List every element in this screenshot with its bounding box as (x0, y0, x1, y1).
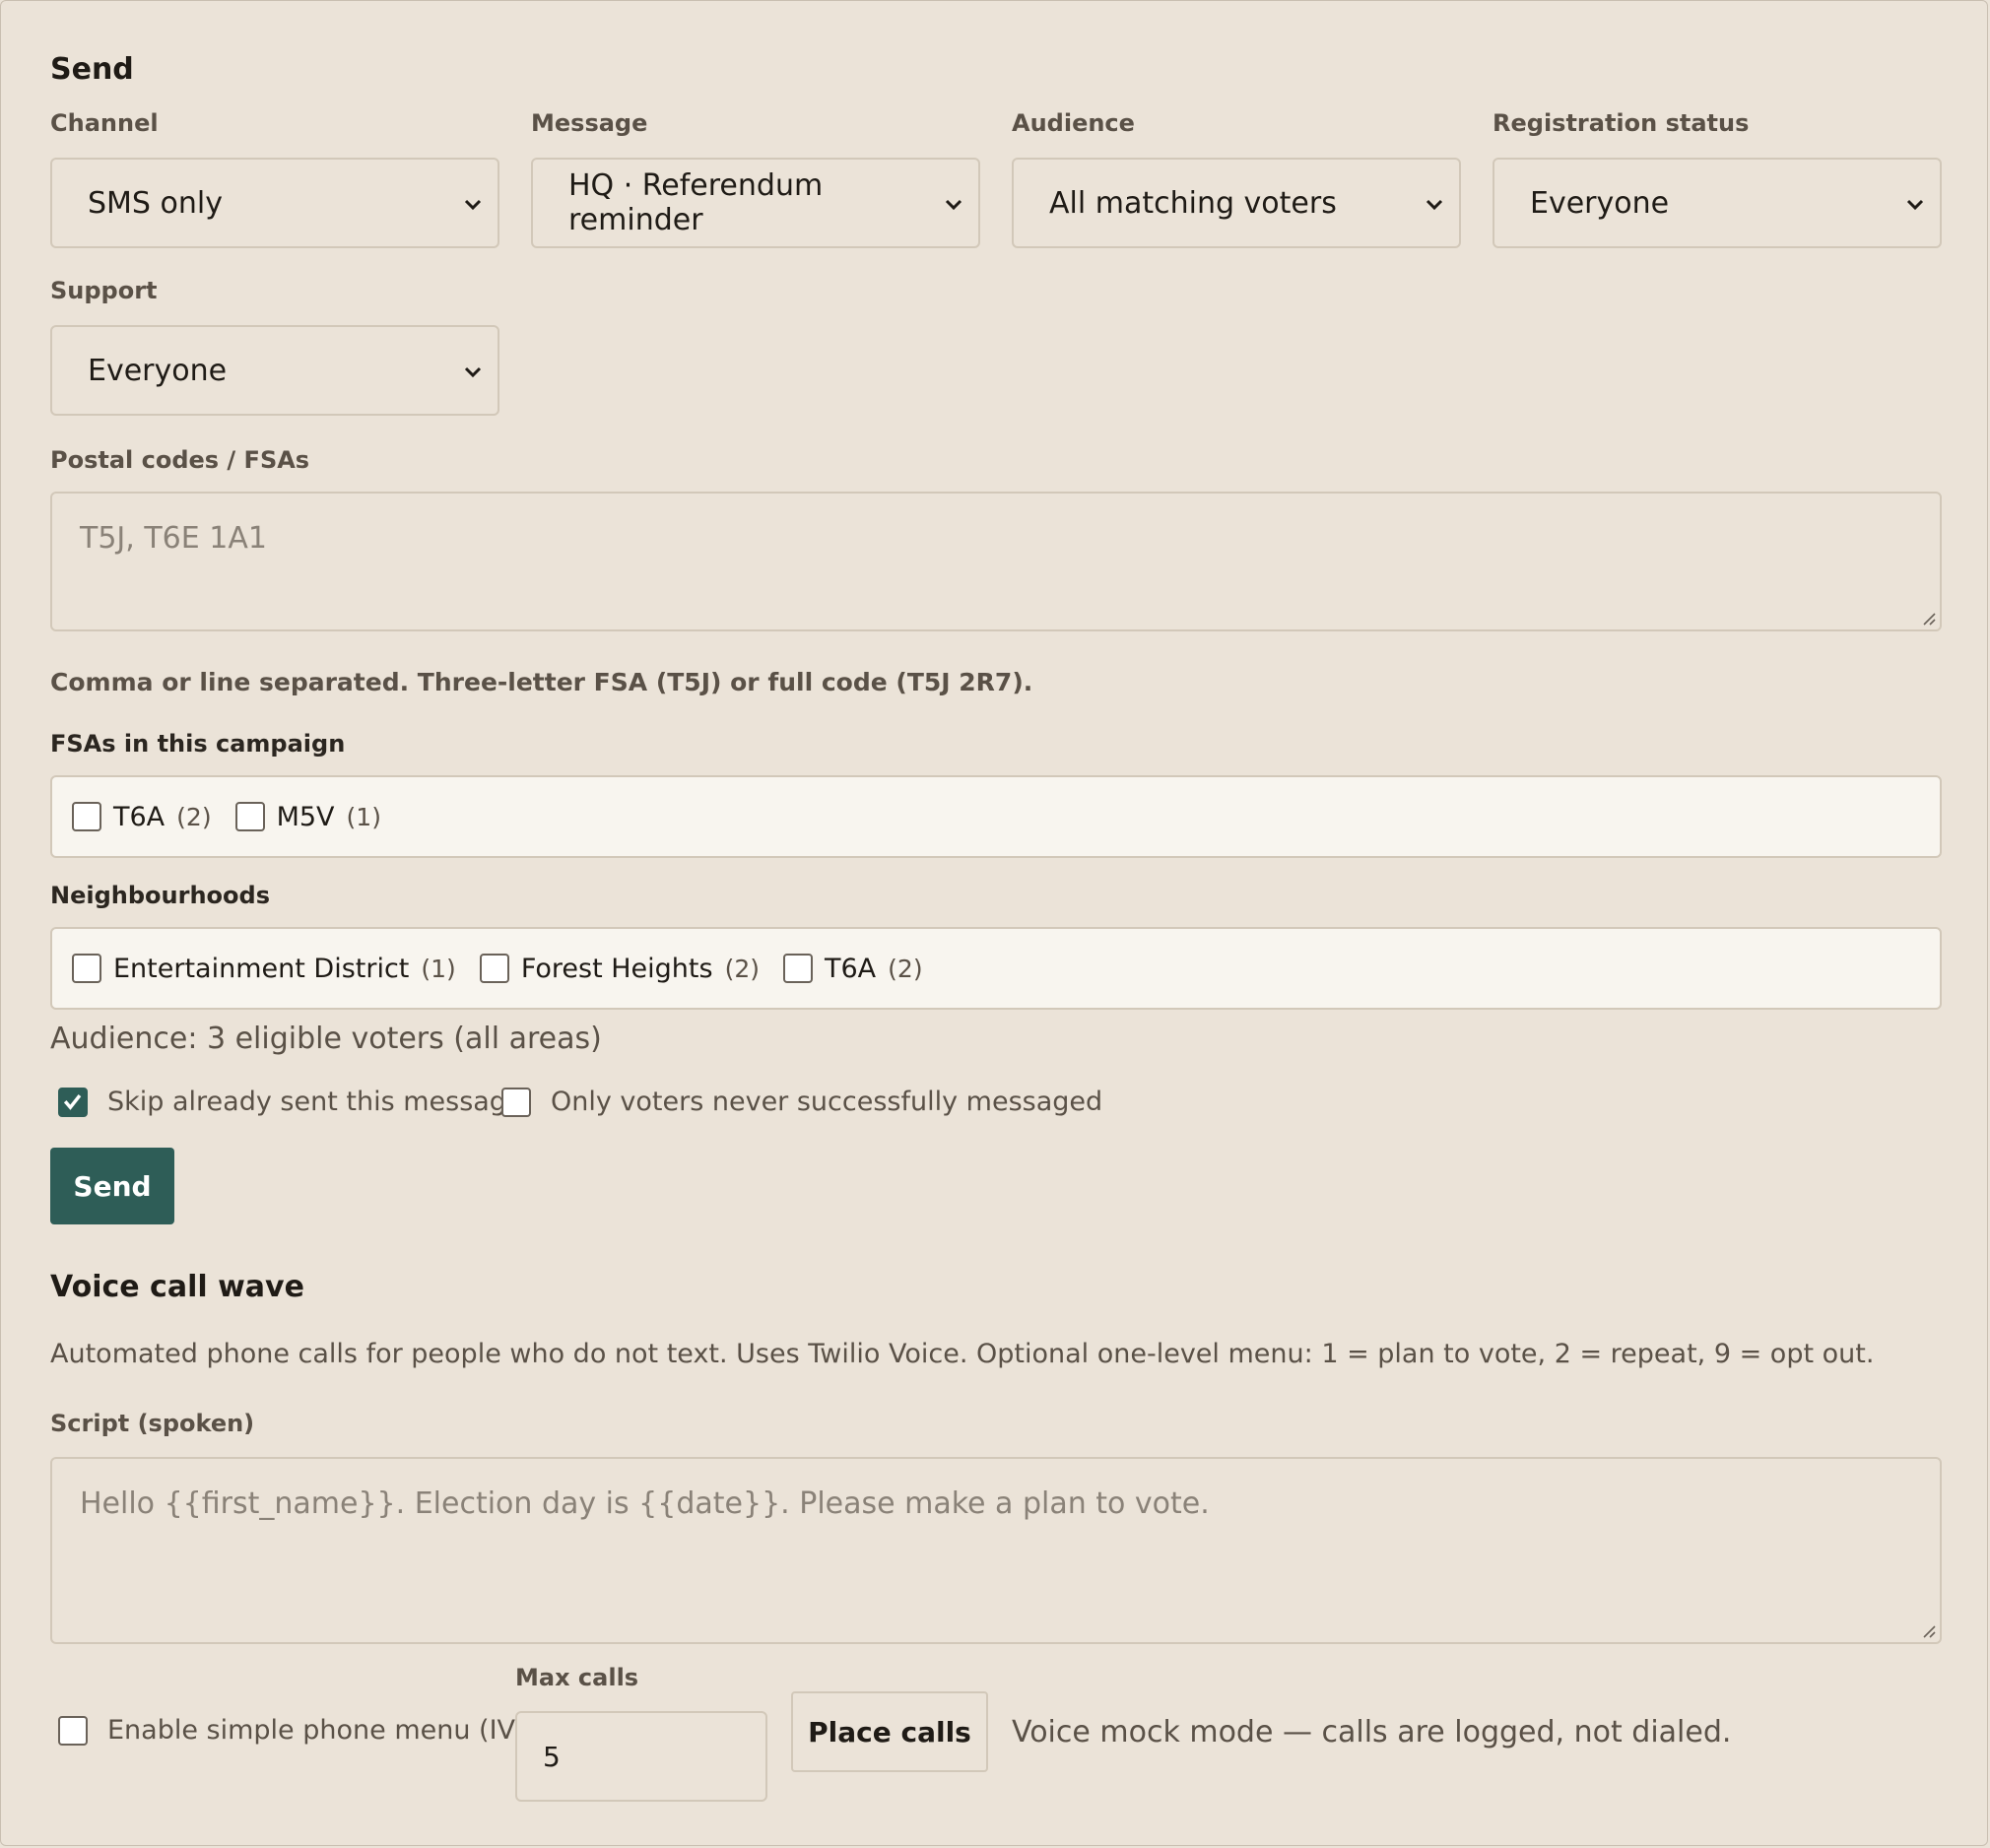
place-calls-button[interactable]: Place calls (791, 1691, 988, 1772)
postal-codes-textarea[interactable]: T5J, T6E 1A1 (50, 492, 1942, 631)
registration-status-value: Everyone (1530, 185, 1670, 221)
fsas-box: T6A (2) M5V (1) (50, 775, 1942, 858)
only-never-messaged-label: Only voters never successfully messaged (551, 1087, 1103, 1117)
resize-handle-icon[interactable] (1920, 1622, 1936, 1638)
registration-status-select[interactable]: Everyone (1492, 158, 1942, 248)
skip-sent-label: Skip already sent this message (107, 1087, 523, 1117)
fsas-label: FSAs in this campaign (50, 730, 346, 758)
neighbourhood-option-count: (1) (421, 954, 456, 983)
voice-description: Automated phone calls for people who do … (50, 1339, 1875, 1369)
checkmark-icon (63, 1093, 82, 1110)
voice-heading: Voice call wave (50, 1270, 304, 1304)
support-label: Support (50, 277, 158, 304)
postal-codes-placeholder: T5J, T6E 1A1 (80, 521, 267, 556)
checkbox[interactable] (234, 802, 265, 831)
neighbourhood-option-t6a[interactable]: T6A (2) (783, 954, 923, 984)
chevron-down-icon (1906, 199, 1924, 211)
neighbourhood-option-entertainment-district[interactable]: Entertainment District (1) (72, 954, 456, 984)
neighbourhood-option-name: Forest Heights (520, 953, 713, 984)
support-select-value: Everyone (88, 353, 228, 388)
fsa-option-name: M5V (276, 801, 335, 832)
channel-select-value: SMS only (88, 185, 223, 221)
chevron-down-icon (1426, 199, 1443, 211)
neighbourhood-option-name: Entertainment District (113, 953, 410, 984)
neighbourhood-option-count: (2) (724, 954, 760, 983)
chevron-down-icon (464, 366, 482, 378)
audience-select[interactable]: All matching voters (1012, 158, 1461, 248)
neighbourhoods-label: Neighbourhoods (50, 882, 270, 909)
send-heading: Send (50, 52, 134, 87)
fsa-option-t6a[interactable]: T6A (2) (72, 802, 212, 832)
skip-sent-checkbox[interactable] (58, 1087, 88, 1117)
max-calls-input[interactable]: 5 (515, 1711, 767, 1802)
only-never-messaged-checkbox[interactable] (501, 1087, 531, 1117)
script-label: Script (spoken) (50, 1410, 255, 1437)
ivr-option[interactable]: Enable simple phone menu (IVR) (58, 1715, 544, 1746)
fsa-option-name: T6A (113, 801, 166, 832)
fsa-option-m5v[interactable]: M5V (1) (234, 801, 381, 832)
channel-select[interactable]: SMS only (50, 158, 499, 248)
resize-handle-icon[interactable] (1920, 610, 1936, 626)
neighbourhood-option-count: (2) (888, 954, 923, 983)
support-select[interactable]: Everyone (50, 325, 499, 416)
neighbourhood-option-name: T6A (825, 953, 877, 984)
script-textarea[interactable]: Hello {{first_name}}. Election day is {{… (50, 1457, 1942, 1644)
audience-summary: Audience: 3 eligible voters (all areas) (50, 1022, 602, 1056)
ivr-label: Enable simple phone menu (IVR) (107, 1715, 545, 1746)
audience-select-value: All matching voters (1049, 185, 1337, 221)
checkbox[interactable] (72, 802, 101, 831)
skip-sent-option[interactable]: Skip already sent this message (58, 1087, 523, 1117)
only-never-messaged-option[interactable]: Only voters never successfully messaged (501, 1087, 1102, 1117)
chevron-down-icon (945, 199, 962, 211)
message-label: Message (531, 109, 648, 137)
checkbox[interactable] (783, 954, 813, 983)
max-calls-value: 5 (543, 1740, 561, 1773)
send-panel: Send Channel Message Audience Registrati… (0, 0, 1988, 1846)
message-select[interactable]: HQ · Referendum reminder (531, 158, 980, 248)
ivr-checkbox[interactable] (58, 1715, 88, 1746)
voice-mock-note: Voice mock mode — calls are logged, not … (1012, 1715, 1732, 1749)
checkbox[interactable] (479, 954, 509, 983)
neighbourhood-option-forest-heights[interactable]: Forest Heights (2) (479, 953, 760, 984)
send-button[interactable]: Send (50, 1148, 174, 1224)
message-select-value: HQ · Referendum reminder (568, 168, 824, 237)
neighbourhoods-box: Entertainment District (1) Forest Height… (50, 927, 1942, 1010)
chevron-down-icon (464, 199, 482, 211)
postal-codes-label: Postal codes / FSAs (50, 446, 310, 474)
channel-label: Channel (50, 109, 159, 137)
checkbox[interactable] (72, 954, 101, 983)
audience-label: Audience (1012, 109, 1135, 137)
fsa-option-count: (2) (176, 802, 212, 831)
fsa-option-count: (1) (346, 802, 381, 831)
max-calls-label: Max calls (515, 1664, 639, 1691)
registration-status-label: Registration status (1492, 109, 1750, 137)
script-placeholder: Hello {{first_name}}. Election day is {{… (80, 1486, 1210, 1521)
postal-codes-hint: Comma or line separated. Three-letter FS… (50, 668, 1033, 696)
